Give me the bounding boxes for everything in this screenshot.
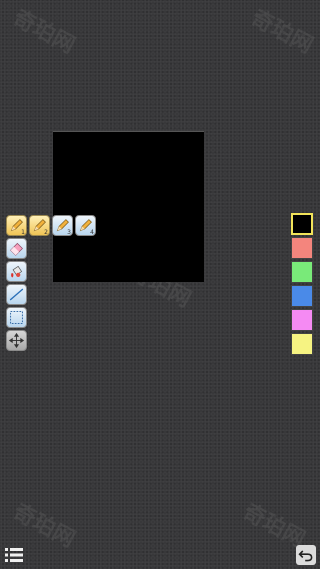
paint-bucket-icon [11, 265, 23, 278]
color-palette [291, 213, 313, 355]
watermark: 奇珀网 [8, 5, 79, 59]
menu-list-icon [5, 548, 23, 562]
pen-1-button[interactable]: 1 [6, 215, 27, 236]
color-swatch-pink[interactable] [291, 309, 313, 331]
color-swatch-yellow[interactable] [291, 333, 313, 355]
watermark: 奇珀网 [246, 5, 317, 59]
color-swatch-green[interactable] [291, 261, 313, 283]
move-button[interactable] [6, 330, 27, 351]
pen-toolbar: 1 2 3 4 [6, 215, 96, 236]
line-icon [9, 288, 24, 301]
pen-number: 2 [44, 229, 48, 236]
pen-3-button[interactable]: 3 [52, 215, 73, 236]
line-button[interactable] [6, 284, 27, 305]
color-swatch-blue[interactable] [291, 285, 313, 307]
eraser-button[interactable] [6, 238, 27, 259]
pen-number: 4 [90, 229, 94, 236]
select-button[interactable] [6, 307, 27, 328]
fill-button[interactable] [6, 261, 27, 282]
undo-button[interactable] [296, 545, 316, 565]
menu-button[interactable] [3, 545, 25, 565]
pen-number: 1 [21, 229, 25, 236]
color-swatch-red[interactable] [291, 237, 313, 259]
drawing-canvas[interactable] [53, 131, 204, 282]
pen-number: 3 [67, 229, 71, 236]
color-swatch-black[interactable] [291, 213, 313, 235]
selection-icon [10, 311, 23, 324]
pen-4-button[interactable]: 4 [75, 215, 96, 236]
move-icon [8, 332, 25, 349]
undo-icon [298, 550, 313, 562]
pen-2-button[interactable]: 2 [29, 215, 50, 236]
tool-column [6, 238, 27, 351]
eraser-icon [10, 242, 23, 256]
